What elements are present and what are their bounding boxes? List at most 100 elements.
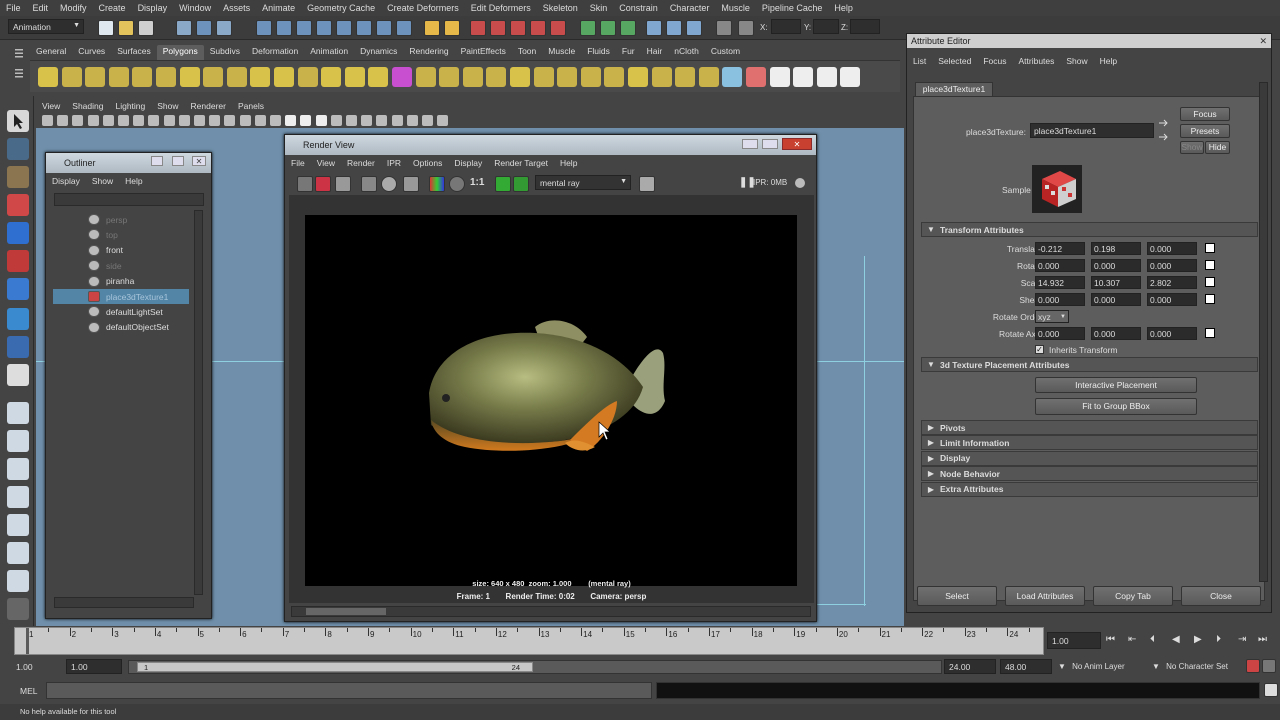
y-field-input[interactable]	[813, 19, 839, 34]
render-region-icon[interactable]	[315, 176, 331, 192]
select-object-icon[interactable]	[196, 20, 212, 36]
attribute-editor-menu-help[interactable]: Help	[1094, 56, 1123, 66]
outliner-item-top[interactable]: top	[53, 227, 189, 242]
redo-render-icon[interactable]	[297, 176, 313, 192]
paint-select-tool-icon[interactable]	[7, 166, 29, 188]
rotate-tool-icon[interactable]	[7, 222, 29, 244]
batch-render-icon[interactable]	[550, 20, 566, 36]
cylindrical-mapping-icon[interactable]	[722, 67, 743, 87]
smooth-icon[interactable]	[368, 67, 389, 87]
single-perspective-layout-icon[interactable]	[7, 402, 29, 424]
select-component-icon[interactable]	[216, 20, 232, 36]
copy-tab-button[interactable]: Copy Tab	[1093, 586, 1173, 606]
spherical-mapping-icon[interactable]	[746, 67, 766, 87]
combine-icon[interactable]	[321, 67, 342, 87]
attribute-editor-menu-selected[interactable]: Selected	[932, 56, 977, 66]
menu-window[interactable]: Window	[173, 3, 217, 13]
display-rgb-icon[interactable]	[429, 176, 445, 192]
step-forward-key-icon[interactable]: ⇥	[1238, 634, 1246, 645]
outliner-item-piranha[interactable]: piranha	[53, 274, 189, 289]
translate-y-field[interactable]: 0.198	[1091, 242, 1141, 255]
render-view-titlebar[interactable]: Render View ✕	[285, 135, 816, 155]
grease-pencil-icon[interactable]	[118, 115, 129, 126]
snap-view-icon[interactable]	[316, 20, 332, 36]
close-icon[interactable]: ✕	[192, 156, 206, 166]
poly-cone-icon[interactable]	[108, 67, 129, 87]
menu-display[interactable]: Display	[132, 3, 174, 13]
poly-cube-icon[interactable]	[61, 67, 82, 87]
close-button[interactable]: Close	[1181, 586, 1261, 606]
render-view-menu-help[interactable]: Help	[554, 158, 583, 168]
quadrangulate-icon[interactable]	[651, 67, 672, 87]
x-field-input[interactable]	[771, 19, 801, 34]
rotate-z-field[interactable]: 0.000	[1147, 259, 1197, 272]
poly-platonic-icon[interactable]	[297, 67, 318, 87]
menu-constrain[interactable]: Constrain	[613, 3, 664, 13]
playback-start-field[interactable]: 1.00	[66, 659, 122, 674]
wireframe-icon[interactable]	[239, 115, 251, 126]
render-view-menu-file[interactable]: File	[285, 158, 311, 168]
shelf-tab-deformation[interactable]: Deformation	[246, 45, 304, 60]
outliner-item-defaultobjectset[interactable]: defaultObjectSet	[53, 320, 189, 335]
attribute-editor-scrollbar[interactable]	[1259, 82, 1268, 582]
image-plane-icon[interactable]	[87, 115, 99, 126]
ipr-render-icon[interactable]	[361, 176, 377, 192]
motion-blur-icon[interactable]	[346, 115, 357, 126]
camera-attributes-icon[interactable]	[57, 115, 69, 126]
append-icon[interactable]	[462, 67, 483, 87]
node-tab[interactable]: place3dTexture1	[915, 82, 993, 96]
planar-mapping-icon[interactable]	[698, 67, 719, 87]
scale-x-field[interactable]: 14.932	[1035, 276, 1085, 289]
render-icon[interactable]	[470, 20, 486, 36]
split-icon[interactable]	[486, 67, 507, 87]
refresh-ipr-icon[interactable]	[381, 176, 397, 192]
keyable-icon[interactable]	[1205, 328, 1215, 338]
time-slider[interactable]: 1 2 3 4 5 6 7 8 9 10 11 12 13 14 15 16 17 18 19 20 21 22 23 24	[14, 627, 1044, 655]
poly-torus-icon[interactable]	[156, 67, 176, 87]
play-backward-icon[interactable]: ◀	[1172, 634, 1180, 645]
rotate-y-field[interactable]: 0.000	[1091, 259, 1141, 272]
outliner-item-side[interactable]: side	[53, 258, 189, 273]
menu-create[interactable]: Create	[93, 3, 132, 13]
maximize-icon[interactable]	[762, 139, 778, 149]
shelf-tab-hair[interactable]: Hair	[641, 45, 669, 60]
xray-components-icon[interactable]	[422, 115, 433, 126]
keyable-icon[interactable]	[1205, 243, 1215, 253]
keyable-icon[interactable]	[1205, 294, 1215, 304]
current-time-marker[interactable]	[26, 628, 29, 654]
shelf-tab-ncloth[interactable]: nCloth	[668, 45, 705, 60]
shelf-tab-subdivs[interactable]: Subdivs	[204, 45, 246, 60]
shelf-tab-custom[interactable]: Custom	[705, 45, 746, 60]
frame-node-behavior[interactable]: ▶ Node Behavior	[921, 466, 1258, 482]
shelf-tab-rendering[interactable]: Rendering	[403, 45, 454, 60]
shelf-tab-painteffects[interactable]: PaintEffects	[455, 45, 512, 60]
extrude-icon[interactable]	[415, 67, 436, 87]
field-chart-icon[interactable]	[194, 115, 205, 126]
outliner-menu-show[interactable]: Show	[86, 176, 119, 186]
menu-pipeline-cache[interactable]: Pipeline Cache	[756, 3, 829, 13]
shelf-tab-polygons[interactable]: Polygons	[156, 45, 204, 60]
open-scene-icon[interactable]	[118, 20, 134, 36]
character-set-dropdown[interactable]: ▼ No Character Set	[1152, 662, 1228, 671]
poly-sphere-icon[interactable]	[38, 67, 58, 87]
placement-attributes-frame[interactable]: ▼ 3d Texture Placement Attributes	[921, 357, 1258, 372]
render-view-menu-ipr[interactable]: IPR	[381, 158, 407, 168]
universal-manipulator-icon[interactable]	[7, 278, 29, 300]
four-view-layout-icon[interactable]	[7, 430, 29, 452]
menu-character[interactable]: Character	[664, 3, 716, 13]
shelf-tab-fluids[interactable]: Fluids	[581, 45, 616, 60]
menu-animate[interactable]: Animate	[256, 3, 301, 13]
input-ops-icon[interactable]	[396, 20, 412, 36]
textured-icon[interactable]	[285, 115, 297, 126]
minimize-icon[interactable]	[742, 139, 758, 149]
render-view-menu-render[interactable]: Render	[341, 158, 381, 168]
lock-icon[interactable]	[424, 20, 440, 36]
animation-preferences-icon[interactable]	[1262, 659, 1276, 673]
frame-all-icon[interactable]	[495, 176, 511, 192]
start-time-value[interactable]: 1.00	[16, 662, 33, 672]
shelf-tab-general[interactable]: General	[30, 45, 72, 60]
playback-end-field[interactable]: 24.00	[944, 659, 996, 674]
shelf-tab-surfaces[interactable]: Surfaces	[111, 45, 157, 60]
hide-button[interactable]: Hide	[1205, 141, 1230, 154]
end-time-field[interactable]: 48.00	[1000, 659, 1052, 674]
